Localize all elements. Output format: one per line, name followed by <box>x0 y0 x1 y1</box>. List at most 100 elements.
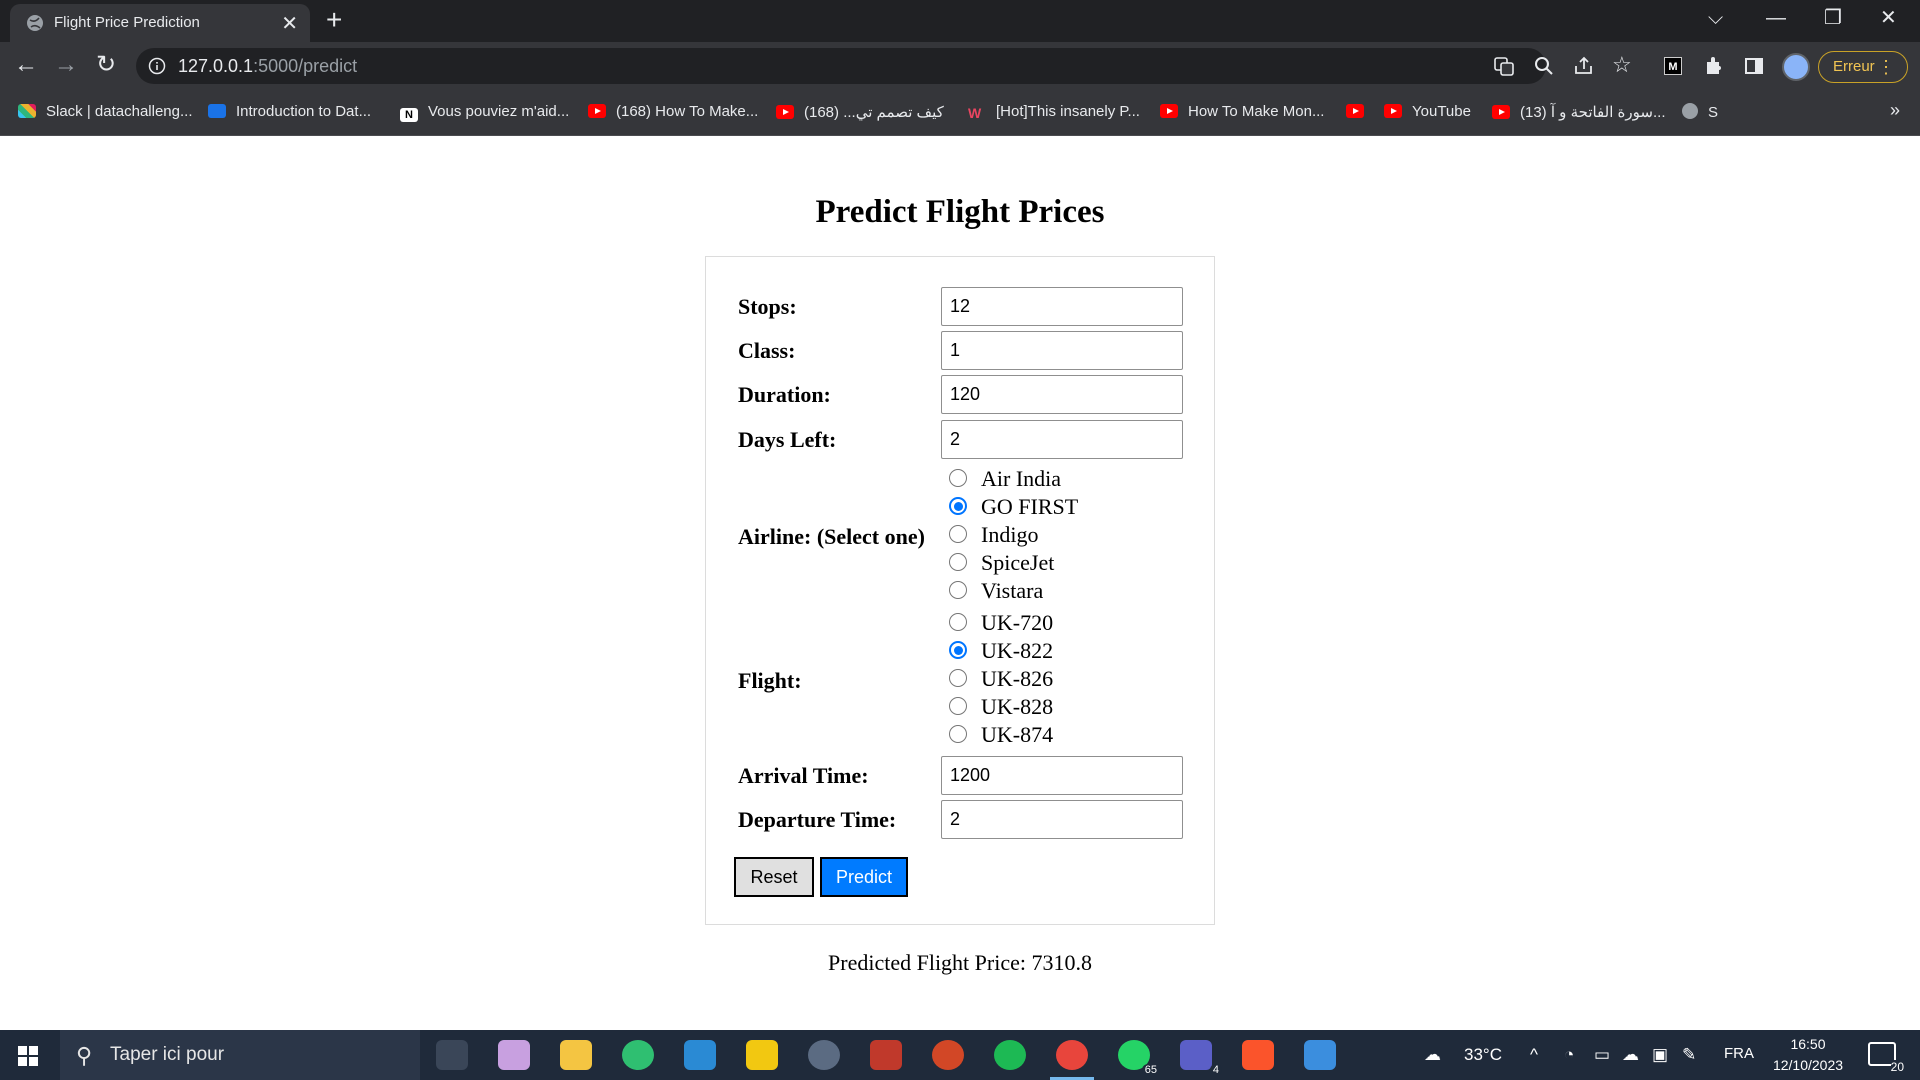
language-indicator[interactable]: FRA <box>1724 1045 1754 1062</box>
days-left-label: Days Left: <box>738 427 837 452</box>
arrival-time-label: Arrival Time: <box>738 763 869 788</box>
bookmark-youtube-3[interactable]: How To Make Mon... <box>1160 103 1324 120</box>
bookmark-label: Introduction to Dat... <box>236 103 372 120</box>
star-app-icon[interactable] <box>870 1040 902 1070</box>
url-text: 127.0.0.1:5000/predict <box>178 56 357 77</box>
close-window-button[interactable]: ✕ <box>1880 8 1897 28</box>
bookmark-youtube-5[interactable]: (13) سورة الفاتحة و آ... <box>1492 103 1666 121</box>
site-info-icon[interactable] <box>148 57 166 75</box>
departure-time-input[interactable] <box>941 800 1183 839</box>
teams-icon[interactable]: 4 <box>1180 1040 1222 1076</box>
medium-extension-icon[interactable]: M <box>1664 57 1682 75</box>
bookmark-label: [Hot]This insanely P... <box>996 103 1140 120</box>
bookmark-youtube-4[interactable] <box>1346 103 1374 120</box>
weather-icon[interactable]: ☁ <box>1424 1045 1441 1065</box>
bookmark-notion[interactable]: N Vous pouviez m'aid... <box>400 103 569 122</box>
browser-tab[interactable]: Flight Price Prediction ✕ <box>10 4 310 42</box>
youtube-icon <box>588 104 606 118</box>
vscode-icon[interactable] <box>684 1040 716 1070</box>
forward-arrow-icon[interactable]: → <box>54 52 78 78</box>
radio-button[interactable] <box>949 469 967 487</box>
bookmark-slack[interactable]: Slack | datachalleng... <box>18 103 192 120</box>
stops-input[interactable] <box>941 287 1183 326</box>
more-menu-icon: ⋮ <box>1877 57 1895 77</box>
predict-button[interactable]: Predict <box>820 857 908 897</box>
power-bi-icon[interactable] <box>746 1040 778 1070</box>
task-view-icon[interactable] <box>436 1040 468 1070</box>
taskbar-search-placeholder: Taper ici pour <box>110 1044 225 1065</box>
pen-icon[interactable]: ✎ <box>1682 1045 1696 1065</box>
radio-button[interactable] <box>949 525 967 543</box>
bookmark-globe[interactable]: S <box>1682 103 1718 121</box>
zoom-icon[interactable] <box>1532 54 1556 78</box>
new-tab-button[interactable]: + <box>326 6 342 34</box>
photos-icon[interactable] <box>1304 1040 1336 1070</box>
reset-button[interactable]: Reset <box>734 857 814 897</box>
side-panel-icon[interactable] <box>1742 54 1766 78</box>
whatsapp-badge: 65 <box>1141 1064 1160 1076</box>
file-explorer-icon[interactable] <box>560 1040 592 1070</box>
profile-error-button[interactable]: Erreur ⋮ <box>1818 51 1908 83</box>
days-left-input[interactable] <box>941 420 1183 459</box>
system-clock[interactable]: 16:50 12/10/2023 <box>1766 1034 1850 1076</box>
tab-search-icon[interactable]: ⌵ <box>1708 8 1723 28</box>
wish-icon: W <box>968 105 982 121</box>
arrival-time-input[interactable] <box>941 756 1183 795</box>
wifi-icon[interactable]: ◔ <box>1564 1045 1574 1065</box>
chevron-right-icon[interactable]: » <box>1890 100 1900 121</box>
address-bar[interactable]: 127.0.0.1:5000/predict <box>136 48 1546 84</box>
bookmark-wish[interactable]: W [Hot]This insanely P... <box>968 103 1140 120</box>
duration-input[interactable] <box>941 375 1183 414</box>
minimize-button[interactable]: — <box>1766 8 1786 28</box>
predicted-price-text: Predicted Flight Price: 7310.8 <box>828 950 1092 975</box>
close-tab-icon[interactable]: ✕ <box>281 11 298 36</box>
edge-browser-icon[interactable] <box>622 1040 654 1070</box>
powerpoint-icon[interactable] <box>932 1040 964 1070</box>
profile-avatar[interactable] <box>1782 53 1810 81</box>
extensions-puzzle-icon[interactable] <box>1702 54 1726 78</box>
back-arrow-icon[interactable]: ← <box>14 52 38 78</box>
spotify-icon[interactable] <box>994 1040 1026 1070</box>
radio-button-selected[interactable] <box>949 641 967 659</box>
radio-button[interactable] <box>949 553 967 571</box>
notifications-icon[interactable]: 20 <box>1868 1042 1904 1074</box>
class-input[interactable] <box>941 331 1183 370</box>
rstudio-icon[interactable] <box>808 1040 840 1070</box>
option-label: GO FIRST <box>981 494 1079 519</box>
notion-icon: N <box>400 108 418 122</box>
chevron-up-icon[interactable]: ^ <box>1530 1045 1538 1065</box>
radio-button[interactable] <box>949 613 967 631</box>
whatsapp-icon[interactable]: 65 <box>1118 1040 1160 1076</box>
radio-button[interactable] <box>949 669 967 687</box>
bookmark-label: Slack | datachalleng... <box>46 103 193 120</box>
bookmark-youtube-1[interactable]: (168) How To Make... <box>588 103 758 120</box>
youtube-icon <box>1346 104 1364 118</box>
paint-app-icon[interactable] <box>498 1040 530 1070</box>
battery-icon[interactable]: ▭ <box>1594 1045 1610 1065</box>
bookmark-label: Vous pouviez m'aid... <box>428 103 570 120</box>
radio-button[interactable] <box>949 581 967 599</box>
bookmark-youtube-home[interactable]: YouTube <box>1384 103 1471 120</box>
radio-button-selected[interactable] <box>949 497 967 515</box>
translate-icon[interactable] <box>1492 54 1516 78</box>
bookmark-youtube-2[interactable]: كيف تصمم تي... (168) <box>776 103 944 121</box>
globe-icon <box>1682 103 1698 119</box>
prediction-form: Stops: Class: Duration: Days Left: Airli… <box>705 256 1215 925</box>
windows-start-icon[interactable] <box>18 1046 38 1066</box>
onedrive-icon[interactable]: ☁ <box>1622 1045 1639 1065</box>
restore-button[interactable]: ❐ <box>1824 8 1842 28</box>
reload-icon[interactable]: ↻ <box>96 52 116 78</box>
bookmark-star-icon[interactable]: ☆ <box>1612 52 1632 78</box>
chrome-icon[interactable] <box>1050 1040 1094 1080</box>
radio-button[interactable] <box>949 725 967 743</box>
device-icon[interactable]: ▣ <box>1652 1045 1668 1065</box>
bookmark-introduction[interactable]: Introduction to Dat... <box>208 103 371 120</box>
brave-icon[interactable] <box>1242 1040 1274 1070</box>
url-host: 127.0.0.1 <box>178 56 254 76</box>
taskbar-search-box[interactable]: ⚲ Taper ici pour <box>60 1030 420 1080</box>
page-content: Predict Flight Prices Stops: Class: Dura… <box>0 136 1920 1030</box>
share-icon[interactable] <box>1572 54 1596 78</box>
radio-button[interactable] <box>949 697 967 715</box>
option-label: UK-822 <box>981 638 1054 663</box>
weather-temperature[interactable]: 33°C <box>1464 1045 1502 1065</box>
